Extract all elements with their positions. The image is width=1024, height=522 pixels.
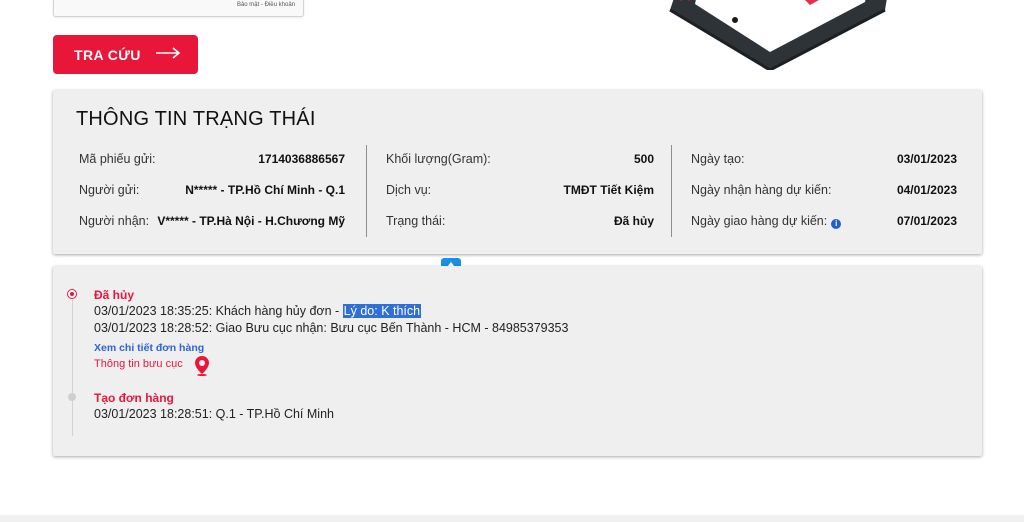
info-row-service: Dịch vụ: TMĐT Tiết Kiệm <box>367 180 672 200</box>
event-line: 03/01/2023 18:28:52: Giao Bưu cục nhận: … <box>94 321 569 335</box>
info-row-expected-pickup: Ngày nhận hàng dự kiến: 04/01/2023 <box>672 180 983 200</box>
captcha-links[interactable]: Bảo mật - Điều khoản <box>237 2 295 8</box>
selected-text: Lý do: K thích <box>342 304 422 318</box>
info-row-created-date: Ngày tạo: 03/01/2023 <box>672 149 983 169</box>
info-value: TMĐT Tiết Kiệm <box>563 183 654 197</box>
view-order-details-link[interactable]: Xem chi tiết đơn hàng <box>94 342 204 354</box>
status-column-service: Khối lượng(Gram): 500 Dịch vụ: TMĐT Tiết… <box>366 145 672 237</box>
info-value: 03/01/2023 <box>896 152 957 166</box>
info-row-receiver: Người nhận: V***** - TP.Hà Nội - H.Chươn… <box>53 211 365 231</box>
captcha-widget: Bảo mật - Điều khoản <box>53 0 304 17</box>
event-line: 03/01/2023 18:28:51: Q.1 - TP.Hồ Chí Min… <box>94 407 334 421</box>
arrow-right-icon <box>155 46 181 64</box>
info-label: Ngày giao hàng dự kiến: i <box>691 214 842 229</box>
info-row-sender: Người gửi: N***** - TP.Hồ Chí Minh - Q.1 <box>53 180 365 200</box>
info-value: V***** - TP.Hà Nội - H.Chương Mỹ <box>157 214 345 228</box>
info-label: Mã phiếu gửi: <box>79 152 156 166</box>
info-value: 1714036886567 <box>258 152 345 166</box>
search-button[interactable]: TRA CỨU <box>53 35 198 74</box>
info-row-expected-delivery: Ngày giao hàng dự kiến: i 07/01/2023 <box>672 211 983 231</box>
info-label: Ngày nhận hàng dự kiến: <box>691 183 832 197</box>
info-row-weight: Khối lượng(Gram): 500 <box>367 149 672 169</box>
post-office-info-link[interactable]: Thông tin bưu cục <box>94 358 183 370</box>
status-column-dates: Ngày tạo: 03/01/2023 Ngày nhận hàng dự k… <box>671 145 983 237</box>
info-icon[interactable]: i <box>831 219 842 229</box>
info-value: 500 <box>633 152 654 166</box>
event-title-created: Tạo đơn hàng <box>94 391 174 405</box>
map-pin-icon[interactable] <box>194 356 210 381</box>
info-value: N***** - TP.Hồ Chí Minh - Q.1 <box>185 183 345 197</box>
tracking-timeline-card: Đã hủy 03/01/2023 18:35:25: Khách hàng h… <box>53 266 982 456</box>
info-value: 04/01/2023 <box>896 183 957 197</box>
info-label: Dịch vụ: <box>386 183 432 197</box>
package-illustration <box>640 0 900 70</box>
info-label: Người nhận: <box>79 214 150 228</box>
info-row-status: Trạng thái: Đã hủy <box>367 211 672 231</box>
timeline-dot-active <box>67 289 77 299</box>
info-label: Người gửi: <box>79 183 140 197</box>
status-info-card: THÔNG TIN TRẠNG THÁI Mã phiếu gửi: 17140… <box>53 90 982 254</box>
info-value: 07/01/2023 <box>896 214 957 228</box>
info-label: Khối lượng(Gram): <box>386 152 491 166</box>
info-label: Trạng thái: <box>386 214 446 228</box>
search-button-label: TRA CỨU <box>74 46 141 63</box>
timeline-dot <box>68 393 76 401</box>
info-label: Ngày tạo: <box>691 152 745 166</box>
info-row-tracking-number: Mã phiếu gửi: 1714036886567 <box>53 149 365 169</box>
status-title: THÔNG TIN TRẠNG THÁI <box>76 108 316 130</box>
event-title-cancelled: Đã hủy <box>94 288 135 302</box>
status-column-shipment: Mã phiếu gửi: 1714036886567 Người gửi: N… <box>53 145 365 237</box>
timeline-line <box>72 288 73 436</box>
event-line: 03/01/2023 18:35:25: Khách hàng hủy đơn … <box>94 304 422 318</box>
footer-band <box>0 515 1024 522</box>
info-value: Đã hủy <box>613 214 654 228</box>
